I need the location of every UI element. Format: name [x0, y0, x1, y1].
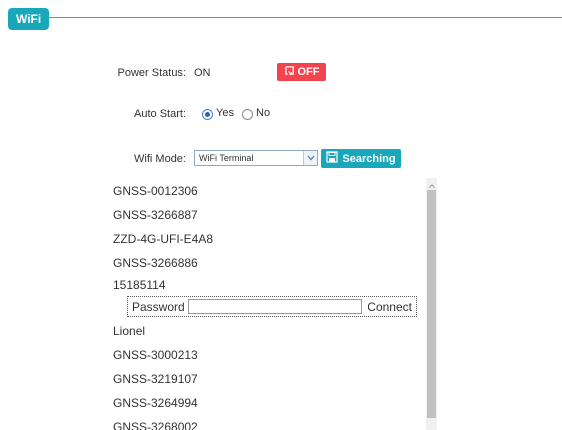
list-scrollbar[interactable] — [426, 178, 437, 430]
searching-button[interactable]: Searching — [321, 149, 401, 168]
wifi-mode-selected: WiFi Terminal — [199, 153, 254, 163]
auto-start-yes-label: Yes — [216, 107, 234, 119]
auto-start-label: Auto Start: — [134, 108, 186, 120]
password-label: Password — [132, 300, 185, 314]
password-input[interactable] — [188, 299, 362, 314]
power-status-label: Power Status: — [117, 67, 186, 79]
dropdown-arrow[interactable] — [303, 151, 317, 165]
list-item[interactable]: ZZD-4G-UFI-E4A8 — [113, 232, 213, 246]
wifi-mode-select[interactable]: WiFi Terminal — [194, 150, 318, 166]
network-list[interactable]: GNSS-0012306 GNSS-3266887 ZZD-4G-UFI-E4A… — [113, 178, 426, 430]
list-item[interactable]: GNSS-3268002 — [113, 420, 198, 430]
power-off-label: OFF — [297, 66, 320, 78]
list-item[interactable]: Lionel — [113, 324, 145, 338]
list-item[interactable]: GNSS-3264994 — [113, 396, 198, 410]
list-item[interactable]: GNSS-3266886 — [113, 256, 198, 270]
power-icon — [284, 65, 295, 79]
searching-label: Searching — [342, 152, 396, 165]
list-item[interactable]: GNSS-3219107 — [113, 372, 198, 386]
list-item[interactable]: 15185114 — [113, 278, 166, 292]
list-item[interactable]: GNSS-3266887 — [113, 208, 198, 222]
list-item[interactable]: GNSS-3000213 — [113, 348, 198, 362]
auto-start-no-radio[interactable] — [242, 109, 253, 120]
auto-start-yes-radio[interactable] — [202, 109, 213, 120]
scroll-thumb[interactable] — [427, 190, 436, 418]
save-icon — [326, 151, 339, 166]
connect-button[interactable]: Connect — [367, 300, 412, 314]
chevron-down-icon — [307, 151, 315, 165]
power-off-button[interactable]: OFF — [277, 63, 326, 81]
power-status-value: ON — [194, 67, 211, 79]
list-item[interactable]: GNSS-0012306 — [113, 184, 198, 198]
wifi-tab-badge[interactable]: WiFi — [8, 8, 50, 30]
scroll-up-button[interactable] — [426, 178, 437, 190]
header-divider — [44, 17, 562, 18]
auto-start-no-label: No — [256, 107, 271, 119]
password-prompt: Password Connect — [127, 296, 417, 317]
wifi-mode-label: Wifi Mode: — [134, 153, 186, 165]
